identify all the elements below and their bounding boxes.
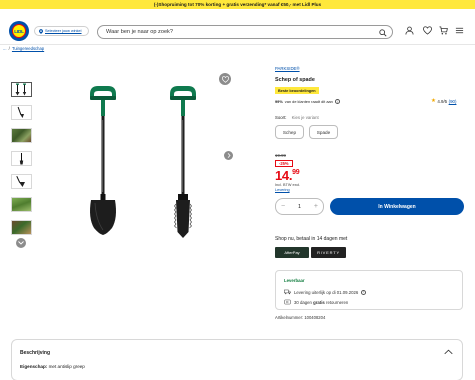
feature-line: Eigenschap: met antislip greep xyxy=(20,364,85,369)
user-icon[interactable] xyxy=(405,26,414,35)
breadcrumb-item-tuingereedschap[interactable]: Tuingereedschap xyxy=(12,46,44,51)
thumbnail-1[interactable] xyxy=(11,82,32,97)
next-image-button[interactable] xyxy=(224,151,233,160)
return-text: 30 dagen gratis retourneren xyxy=(294,299,349,305)
add-to-cart-button[interactable]: In Winkelwagen xyxy=(330,198,464,215)
feature-value: met antislip greep xyxy=(47,364,85,369)
chevron-up-icon[interactable] xyxy=(444,349,453,355)
spade-thumb-image xyxy=(19,153,24,165)
old-price: 19.99 xyxy=(275,153,286,158)
rating-value: 4.9/5 xyxy=(437,98,448,104)
menu-icon[interactable] xyxy=(455,26,464,35)
price: 14.99 xyxy=(275,168,300,183)
search-input[interactable]: Waar ben je naar op zoek? xyxy=(97,25,393,39)
recommendation-line: 99% van de klanten raadt dit aan i xyxy=(275,99,340,104)
thumbnail-2[interactable] xyxy=(11,105,32,120)
spade-image xyxy=(170,86,196,238)
quantity-increase-button[interactable]: + xyxy=(314,203,318,210)
quantity-decrease-button[interactable]: − xyxy=(281,203,285,210)
delivery-box: Leverbaar Levering uiterlijk op di 01.09… xyxy=(275,270,463,310)
location-pin-icon xyxy=(39,28,43,34)
description-panel[interactable]: Beschrijving Eigenschap: met antislip gr… xyxy=(11,339,463,380)
recommendation-percent: 99% xyxy=(275,99,283,104)
variant-hint: Kies je variant xyxy=(291,115,319,120)
recommendation-text: van de klanten raadt dit aan xyxy=(284,99,333,104)
variant-label-text: Soort: xyxy=(275,115,287,120)
thumbnail-4[interactable] xyxy=(11,151,32,166)
heart-icon[interactable] xyxy=(423,26,432,35)
delivery-link[interactable]: Levering xyxy=(275,188,300,193)
discount-badge: -25% xyxy=(275,160,293,167)
variant-chip-spade[interactable]: Spade xyxy=(309,125,338,139)
rating[interactable]: ★ 4.9/5 (90) xyxy=(431,98,456,104)
availability-status: Leverbaar xyxy=(284,278,305,283)
afterpay-logo[interactable]: AfterPay xyxy=(275,247,309,258)
chevron-right-icon xyxy=(227,153,231,158)
brand-link[interactable]: PARKSIDE® xyxy=(275,66,300,71)
thumbnail-7[interactable] xyxy=(11,220,32,235)
promo-banner[interactable]: (-)Shopruiming tot 70% korting + gratis … xyxy=(0,0,475,9)
shovel-image xyxy=(90,86,116,235)
pay-later-text: Shop nu, betaal in 14 dagen met xyxy=(275,236,348,242)
search-placeholder: Waar ben je naar op zoek? xyxy=(106,29,173,35)
quantity-value[interactable]: 1 xyxy=(298,204,301,210)
favorite-button[interactable] xyxy=(219,73,231,85)
lidl-logo[interactable]: LIDL xyxy=(9,21,29,41)
info-icon[interactable]: i xyxy=(334,99,340,104)
feature-label: Eigenschap: xyxy=(20,364,48,369)
product-image xyxy=(90,86,196,238)
article-number: Artikelnummer: 100408204 xyxy=(275,315,326,320)
best-rated-badge: Beste beoordelingen xyxy=(275,87,319,94)
logo-text: LIDL xyxy=(12,24,26,38)
delivery-date-row: Levering uiterlijk op di 01.09.2026 i xyxy=(284,289,367,295)
breadcrumb-ellipsis[interactable]: ... xyxy=(3,46,7,51)
breadcrumb-separator: / xyxy=(8,46,10,51)
riverty-logo[interactable]: RIVERTY xyxy=(311,247,346,258)
select-store-button[interactable]: Selecteer jouw winkel xyxy=(34,26,89,36)
info-icon[interactable]: i xyxy=(361,289,367,295)
price-decimal: 99 xyxy=(292,169,300,176)
rating-count[interactable]: (90) xyxy=(449,99,457,104)
truck-icon xyxy=(284,289,291,295)
product-title: Schep of spade xyxy=(275,77,315,83)
search-icon[interactable] xyxy=(379,28,387,37)
cart-icon[interactable] xyxy=(439,26,448,35)
star-icon: ★ xyxy=(431,98,436,104)
price-integer: 14. xyxy=(275,168,293,183)
breadcrumb: ... / Tuingereedschap xyxy=(3,46,44,51)
select-store-label: Selecteer jouw winkel xyxy=(45,29,82,33)
price-note: Incl. BTW excl. Levering xyxy=(275,183,300,193)
shovels-thumb-image xyxy=(15,83,27,96)
delivery-date-text: Levering uiterlijk op di 01.09.2026 xyxy=(294,289,359,295)
thumbnail-scroll-down-button[interactable] xyxy=(16,238,26,248)
site-header: LIDL Selecteer jouw winkel Waar ben je n… xyxy=(0,9,475,45)
quantity-stepper[interactable]: − 1 + xyxy=(275,198,324,215)
variant-label: Soort: Kies je variant xyxy=(275,115,319,120)
shovel-detail-thumb-image xyxy=(16,175,25,187)
chevron-down-icon xyxy=(18,241,24,245)
description-heading: Beschrijving xyxy=(20,350,51,356)
variant-chip-schep[interactable]: Schep xyxy=(275,125,304,139)
thumbnail-6[interactable] xyxy=(11,197,32,212)
return-row: 30 dagen gratis retourneren xyxy=(284,299,348,305)
return-icon xyxy=(284,299,291,305)
shovel-thumb-image xyxy=(17,106,24,118)
thumbnail-5[interactable] xyxy=(11,174,32,189)
promo-text: (-)Shopruiming tot 70% korting + gratis … xyxy=(153,2,322,7)
thumbnail-3[interactable] xyxy=(11,128,32,143)
heart-icon xyxy=(221,75,229,83)
